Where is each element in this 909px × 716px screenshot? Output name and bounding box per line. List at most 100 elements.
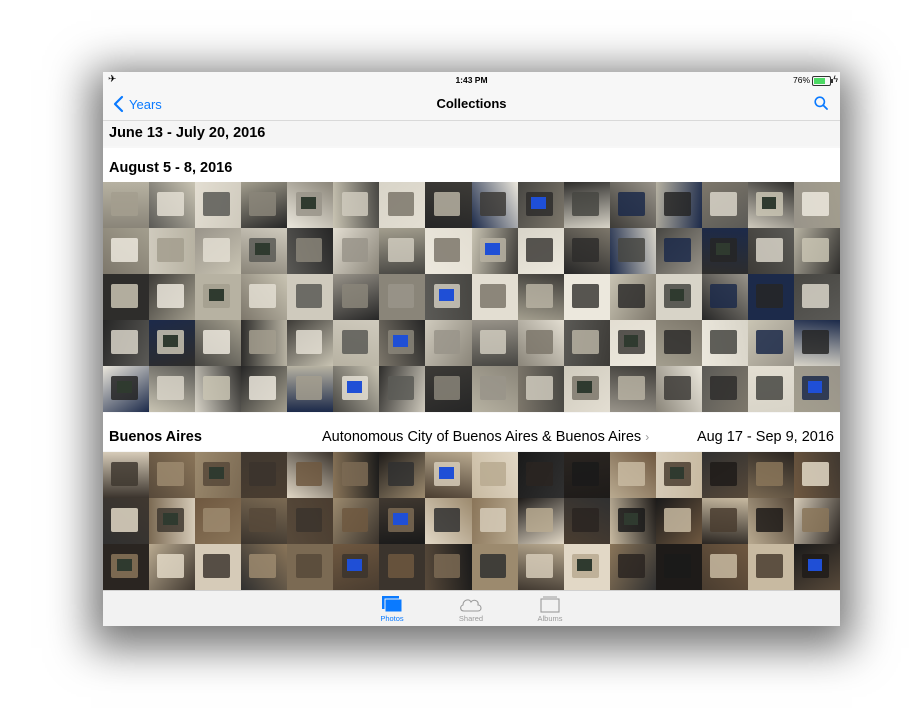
photo-thumbnail[interactable] <box>195 366 242 412</box>
photo-thumbnail[interactable] <box>747 274 794 320</box>
photo-thumbnail[interactable] <box>149 366 196 412</box>
photo-thumbnail[interactable] <box>655 452 702 498</box>
photo-thumbnail[interactable] <box>425 320 472 366</box>
photo-thumbnail[interactable] <box>333 452 380 498</box>
photo-thumbnail[interactable] <box>747 366 794 412</box>
photo-thumbnail[interactable] <box>425 452 472 498</box>
photo-thumbnail[interactable] <box>747 452 794 498</box>
photo-thumbnail[interactable] <box>425 498 472 544</box>
photo-thumbnail[interactable] <box>103 228 150 274</box>
photo-thumbnail[interactable] <box>425 274 472 320</box>
photo-thumbnail[interactable] <box>379 182 426 228</box>
photo-thumbnail[interactable] <box>333 182 380 228</box>
photo-thumbnail[interactable] <box>793 544 840 590</box>
photo-thumbnail[interactable] <box>701 498 748 544</box>
photo-thumbnail[interactable] <box>287 228 334 274</box>
photo-thumbnail[interactable] <box>333 228 380 274</box>
photo-thumbnail[interactable] <box>195 274 242 320</box>
tab-albums[interactable]: Albums <box>520 595 580 623</box>
photo-thumbnail[interactable] <box>379 452 426 498</box>
photo-thumbnail[interactable] <box>287 182 334 228</box>
photo-thumbnail[interactable] <box>241 228 288 274</box>
photo-thumbnail[interactable] <box>609 366 656 412</box>
photo-thumbnail[interactable] <box>609 274 656 320</box>
photo-thumbnail[interactable] <box>793 498 840 544</box>
photo-thumbnail[interactable] <box>563 452 610 498</box>
photo-thumbnail[interactable] <box>287 498 334 544</box>
photo-thumbnail[interactable] <box>379 544 426 590</box>
photo-thumbnail[interactable] <box>609 452 656 498</box>
photo-thumbnail[interactable] <box>241 182 288 228</box>
photo-thumbnail[interactable] <box>517 320 564 366</box>
photo-thumbnail[interactable] <box>241 274 288 320</box>
photo-thumbnail[interactable] <box>747 228 794 274</box>
photo-thumbnail[interactable] <box>701 182 748 228</box>
photo-thumbnail[interactable] <box>655 366 702 412</box>
photo-thumbnail[interactable] <box>195 228 242 274</box>
photo-thumbnail[interactable] <box>471 320 518 366</box>
collection-header[interactable]: Buenos Aires Autonomous City of Buenos A… <box>103 413 840 451</box>
photo-thumbnail[interactable] <box>379 498 426 544</box>
photo-thumbnail[interactable] <box>747 498 794 544</box>
photo-thumbnail[interactable] <box>287 452 334 498</box>
photo-thumbnail[interactable] <box>609 228 656 274</box>
photo-thumbnail[interactable] <box>195 452 242 498</box>
photo-thumbnail[interactable] <box>287 366 334 412</box>
photo-thumbnail[interactable] <box>701 452 748 498</box>
photo-thumbnail[interactable] <box>471 498 518 544</box>
photo-thumbnail[interactable] <box>793 452 840 498</box>
collection-header[interactable]: June 13 - July 20, 2016 <box>103 121 840 146</box>
photo-thumbnail[interactable] <box>379 366 426 412</box>
photo-thumbnail[interactable] <box>793 228 840 274</box>
photo-thumbnail[interactable] <box>241 320 288 366</box>
photo-thumbnail[interactable] <box>379 320 426 366</box>
photo-thumbnail[interactable] <box>241 498 288 544</box>
photo-thumbnail[interactable] <box>195 498 242 544</box>
photo-thumbnail[interactable] <box>655 544 702 590</box>
photo-thumbnail[interactable] <box>747 320 794 366</box>
tab-shared[interactable]: Shared <box>441 595 501 623</box>
photo-thumbnail[interactable] <box>241 366 288 412</box>
photo-thumbnail[interactable] <box>425 366 472 412</box>
photo-thumbnail[interactable] <box>701 544 748 590</box>
photo-thumbnail[interactable] <box>517 366 564 412</box>
photo-thumbnail[interactable] <box>379 274 426 320</box>
photo-thumbnail[interactable] <box>747 182 794 228</box>
photo-thumbnail[interactable] <box>471 366 518 412</box>
photo-thumbnail[interactable] <box>655 182 702 228</box>
search-icon[interactable] <box>814 96 828 110</box>
photo-thumbnail[interactable] <box>287 320 334 366</box>
photo-thumbnail[interactable] <box>563 320 610 366</box>
photo-thumbnail[interactable] <box>563 182 610 228</box>
photo-thumbnail[interactable] <box>747 544 794 590</box>
photo-thumbnail[interactable] <box>609 182 656 228</box>
photo-thumbnail[interactable] <box>333 544 380 590</box>
tab-photos[interactable]: Photos <box>362 595 422 623</box>
photo-thumbnail[interactable] <box>563 366 610 412</box>
photo-thumbnail[interactable] <box>563 274 610 320</box>
photo-thumbnail[interactable] <box>793 366 840 412</box>
photo-thumbnail[interactable] <box>471 182 518 228</box>
photo-thumbnail[interactable] <box>655 498 702 544</box>
photo-thumbnail[interactable] <box>103 182 150 228</box>
photo-thumbnail[interactable] <box>103 544 150 590</box>
photo-thumbnail[interactable] <box>149 228 196 274</box>
photo-thumbnail[interactable] <box>517 452 564 498</box>
photo-thumbnail[interactable] <box>655 228 702 274</box>
photo-thumbnail[interactable] <box>149 498 196 544</box>
photo-thumbnail[interactable] <box>471 544 518 590</box>
photo-thumbnail[interactable] <box>103 366 150 412</box>
photo-thumbnail[interactable] <box>333 274 380 320</box>
photo-thumbnail[interactable] <box>149 274 196 320</box>
collection-location-link[interactable]: Autonomous City of Buenos Aires & Buenos… <box>322 429 649 445</box>
photo-thumbnail[interactable] <box>333 320 380 366</box>
photo-thumbnail[interactable] <box>103 452 150 498</box>
photo-thumbnail[interactable] <box>149 320 196 366</box>
photo-thumbnail[interactable] <box>793 320 840 366</box>
photo-thumbnail[interactable] <box>149 544 196 590</box>
photo-thumbnail[interactable] <box>701 274 748 320</box>
photo-thumbnail[interactable] <box>379 228 426 274</box>
photo-thumbnail[interactable] <box>701 366 748 412</box>
photo-thumbnail[interactable] <box>241 544 288 590</box>
photo-thumbnail[interactable] <box>517 274 564 320</box>
